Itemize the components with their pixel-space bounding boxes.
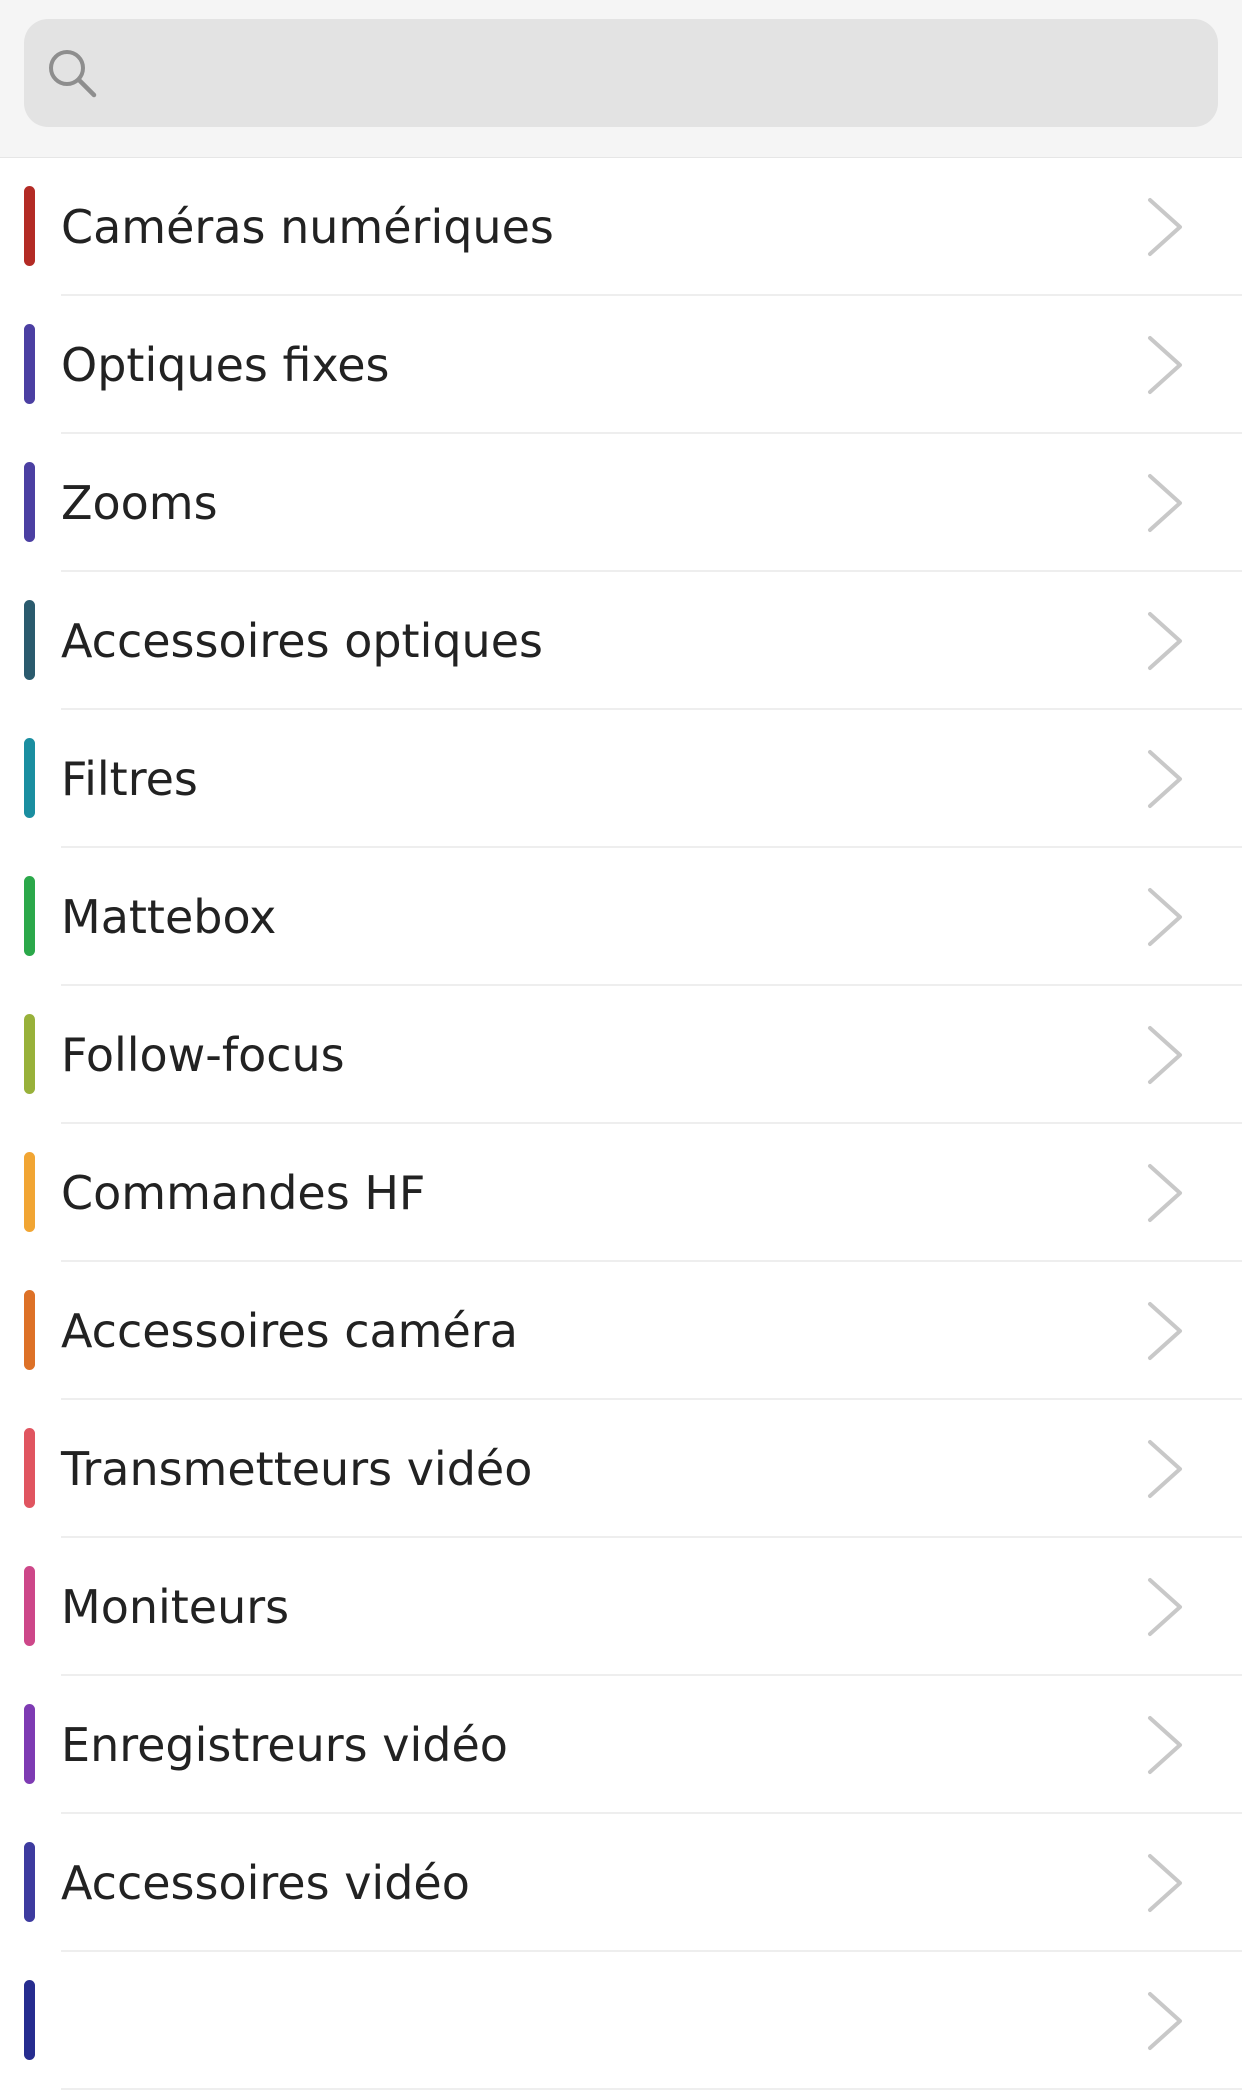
chevron-right-icon bbox=[1148, 1302, 1182, 1360]
category-color-bar bbox=[24, 1566, 35, 1646]
category-color-bar bbox=[24, 462, 35, 542]
category-row[interactable]: Enregistreurs vidéo bbox=[0, 1676, 1242, 1814]
category-label: Filtres bbox=[61, 752, 198, 806]
category-color-bar bbox=[24, 1152, 35, 1232]
category-label: Optiques fixes bbox=[61, 338, 390, 392]
category-row[interactable]: Moniteurs bbox=[0, 1538, 1242, 1676]
category-row[interactable]: Optiques fixes bbox=[0, 296, 1242, 434]
chevron-right-icon bbox=[1148, 1164, 1182, 1222]
category-label: Accessoires caméra bbox=[61, 1304, 518, 1358]
category-row[interactable]: Filtres bbox=[0, 710, 1242, 848]
category-row[interactable]: Zooms bbox=[0, 434, 1242, 572]
chevron-right-icon bbox=[1148, 612, 1182, 670]
chevron-right-icon bbox=[1148, 1854, 1182, 1912]
chevron-right-icon bbox=[1148, 1578, 1182, 1636]
category-row[interactable]: Transmetteurs vidéo bbox=[0, 1400, 1242, 1538]
category-color-bar bbox=[24, 738, 35, 818]
search-input[interactable] bbox=[120, 19, 1204, 129]
chevron-right-icon bbox=[1148, 1716, 1182, 1774]
chevron-right-icon bbox=[1148, 198, 1182, 256]
category-row[interactable]: Follow-focus bbox=[0, 986, 1242, 1124]
category-row[interactable]: Accessoires optiques bbox=[0, 572, 1242, 710]
category-label: Mattebox bbox=[61, 890, 277, 944]
search-area bbox=[0, 0, 1242, 158]
category-label: Moniteurs bbox=[61, 1580, 290, 1634]
category-row[interactable]: Caméras numériques bbox=[0, 158, 1242, 296]
category-color-bar bbox=[24, 1704, 35, 1784]
category-label: Transmetteurs vidéo bbox=[61, 1442, 533, 1496]
chevron-right-icon bbox=[1148, 336, 1182, 394]
category-row[interactable]: Commandes HF bbox=[0, 1124, 1242, 1262]
chevron-right-icon bbox=[1148, 750, 1182, 808]
category-label: Zooms bbox=[61, 476, 218, 530]
chevron-right-icon bbox=[1148, 474, 1182, 532]
category-color-bar bbox=[24, 1842, 35, 1922]
category-color-bar bbox=[24, 186, 35, 266]
category-row[interactable]: Mattebox bbox=[0, 848, 1242, 986]
category-label: Accessoires vidéo bbox=[61, 1856, 470, 1910]
chevron-right-icon bbox=[1148, 1440, 1182, 1498]
category-label: Follow-focus bbox=[61, 1028, 345, 1082]
category-label: Commandes HF bbox=[61, 1166, 426, 1220]
category-color-bar bbox=[24, 324, 35, 404]
chevron-right-icon bbox=[1148, 1026, 1182, 1084]
category-label: Caméras numériques bbox=[61, 200, 554, 254]
category-list: Caméras numériques Optiques fixes Zooms Acc… bbox=[0, 158, 1242, 2090]
category-color-bar bbox=[24, 1290, 35, 1370]
search-icon bbox=[49, 50, 97, 98]
category-color-bar bbox=[24, 1980, 35, 2060]
category-color-bar bbox=[24, 1428, 35, 1508]
category-row[interactable]: Accessoires vidéo bbox=[0, 1814, 1242, 1952]
chevron-right-icon bbox=[1148, 888, 1182, 946]
category-color-bar bbox=[24, 876, 35, 956]
category-label: Accessoires optiques bbox=[61, 614, 543, 668]
category-color-bar bbox=[24, 1014, 35, 1094]
category-color-bar bbox=[24, 600, 35, 680]
category-row[interactable]: Accessoires caméra bbox=[0, 1262, 1242, 1400]
chevron-right-icon bbox=[1148, 1992, 1182, 2050]
search-bar[interactable] bbox=[24, 19, 1218, 129]
category-row[interactable] bbox=[0, 1952, 1242, 2090]
category-label: Enregistreurs vidéo bbox=[61, 1718, 508, 1772]
